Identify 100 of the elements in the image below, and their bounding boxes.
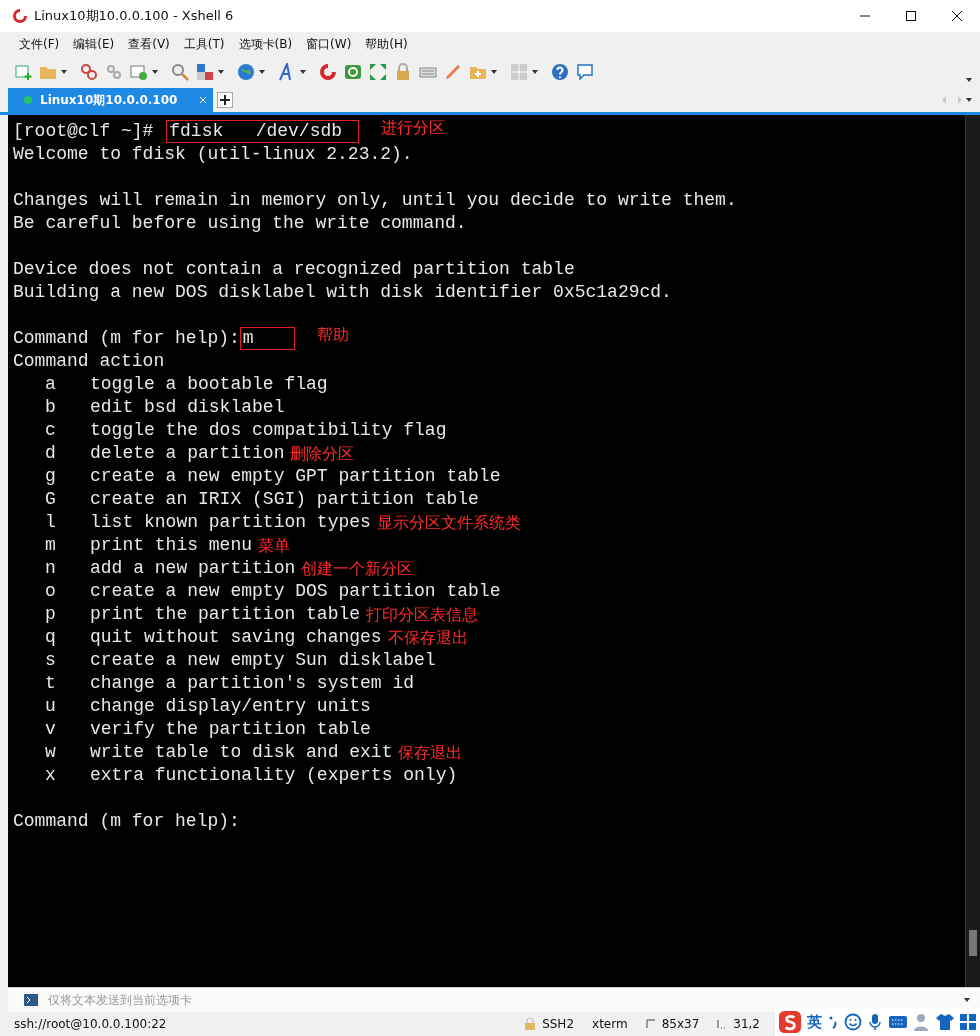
output-line: Command (m for help):: [13, 810, 240, 833]
caret-icon[interactable]: [964, 998, 970, 1002]
prompt-text: [root@clf ~]#: [13, 120, 155, 143]
annotation: 显示分区文件系统类: [376, 512, 521, 534]
option-key: q: [13, 626, 77, 649]
add-tab-icon[interactable]: [217, 92, 234, 108]
command-input: fdisk /dev/sdb: [166, 120, 360, 143]
option-text: create an IRIX (SGI) partition table: [90, 488, 479, 511]
option-text: delete a partition: [90, 442, 285, 465]
menu-item[interactable]: 文件(F): [12, 35, 67, 53]
output-line: Be careful before using the write command.: [13, 212, 467, 235]
option-text: print the partition table: [90, 603, 361, 626]
caret-icon[interactable]: [259, 70, 265, 74]
fullscreen-icon[interactable]: [369, 63, 387, 81]
output-line: Device does not contain a recognized partition table: [13, 258, 575, 281]
menu-item[interactable]: 查看(V): [121, 35, 177, 53]
option-text: change a partition's system id: [90, 672, 415, 695]
option-key: m: [13, 534, 77, 557]
maximize-icon[interactable]: [905, 10, 917, 22]
app-logo-icon: [12, 8, 28, 24]
caret-icon[interactable]: [300, 70, 306, 74]
option-key: o: [13, 580, 77, 603]
option-key: b: [13, 396, 77, 419]
option-key: s: [13, 649, 77, 672]
menu-item[interactable]: 工具(T): [176, 35, 232, 53]
annotation: 进行分区: [381, 117, 446, 139]
caret-icon[interactable]: [966, 98, 972, 102]
option-text: write table to disk and exit: [90, 741, 393, 764]
option-key: l: [13, 511, 77, 534]
option-key: d: [13, 442, 77, 465]
shirt-icon[interactable]: [936, 1013, 954, 1031]
keyboard-icon[interactable]: [888, 1015, 908, 1029]
command-input: m: [239, 327, 295, 350]
user-icon[interactable]: [914, 1013, 930, 1031]
ime-logo-icon[interactable]: [779, 1011, 801, 1033]
option-text: toggle a bootable flag: [90, 373, 328, 396]
grid-icon[interactable]: [960, 1014, 976, 1030]
connection-address: ssh://root@10.0.0.100:22: [14, 1017, 167, 1031]
option-text: create a new empty Sun disklabel: [90, 649, 436, 672]
close-icon[interactable]: [951, 10, 963, 22]
help-icon[interactable]: [551, 63, 569, 81]
option-key: t: [13, 672, 77, 695]
option-text: edit bsd disklabel: [90, 396, 285, 419]
option-text: toggle the dos compatibility flag: [90, 419, 447, 442]
cursor-position: 31,2: [733, 1017, 760, 1031]
window-title: Linux10期10.0.0.100 - Xshell 6: [34, 7, 234, 25]
option-key: g: [13, 465, 77, 488]
annotation: 帮助: [316, 324, 349, 346]
chat-icon[interactable]: [576, 63, 594, 81]
layout-icon[interactable]: [196, 63, 214, 81]
output-line: Command action: [13, 350, 165, 373]
prompt-text: Command (m for help):: [13, 327, 240, 350]
output-line: Welcome to fdisk (util-linux 2.23.2).: [13, 143, 413, 166]
session-tab[interactable]: Linux10期10.0.0.100: [8, 88, 214, 112]
search-icon[interactable]: [171, 63, 189, 81]
option-text: quit without saving changes: [90, 626, 382, 649]
option-text: add a new partition: [90, 557, 296, 580]
swirl-icon[interactable]: [319, 63, 337, 81]
text-input[interactable]: 仅将文本发送到当前选项卡: [46, 992, 956, 1008]
option-key: c: [13, 419, 77, 442]
menu-item[interactable]: 选项卡(B): [231, 35, 300, 53]
ring-square-icon[interactable]: [344, 63, 362, 81]
annotation: 不保存退出: [387, 627, 468, 649]
caret-icon[interactable]: [966, 78, 972, 82]
send-text-field[interactable]: 仅将文本发送到当前选项卡: [8, 987, 980, 1012]
globe-icon[interactable]: [237, 63, 255, 81]
ime-language[interactable]: 英: [807, 1012, 822, 1032]
resize-icon: [645, 1019, 656, 1029]
smiley-icon[interactable]: [844, 1013, 862, 1031]
pen-icon[interactable]: [444, 63, 462, 81]
scrollbar[interactable]: [965, 115, 980, 987]
option-text: print this menu: [90, 534, 253, 557]
option-key: x: [13, 764, 77, 787]
option-key: G: [13, 488, 77, 511]
output-line: Changes will remain in memory only, until you decide to write them.: [13, 189, 737, 212]
caret-icon[interactable]: [152, 70, 158, 74]
new-session-icon[interactable]: [14, 63, 32, 81]
option-text: create a new empty DOS partition table: [90, 580, 501, 603]
annotation: 保存退出: [398, 742, 463, 764]
caret-icon[interactable]: [218, 70, 224, 74]
annotation: 打印分区表信息: [366, 604, 479, 626]
caret-icon[interactable]: [61, 70, 67, 74]
option-text: list known partition types: [90, 511, 371, 534]
menu-item[interactable]: 帮助(H): [358, 35, 415, 53]
microphone-icon[interactable]: [868, 1013, 882, 1031]
option-key: w: [13, 741, 77, 764]
terminal-icon: [24, 994, 38, 1006]
option-key: n: [13, 557, 77, 580]
option-text: create a new empty GPT partition table: [90, 465, 501, 488]
option-text: change display/entry units: [90, 695, 371, 718]
link-icon[interactable]: [80, 63, 98, 81]
punctuation-icon[interactable]: [828, 1014, 838, 1030]
lock-icon: [524, 1018, 537, 1030]
scrollbar-thumb[interactable]: [969, 930, 977, 956]
menu-item[interactable]: 编辑(E): [66, 35, 122, 53]
option-text: extra functionality (experts only): [90, 764, 458, 787]
menu-item[interactable]: 窗口(W): [299, 35, 359, 53]
caret-icon[interactable]: [532, 70, 538, 74]
caret-icon[interactable]: [491, 70, 497, 74]
option-key: v: [13, 718, 77, 741]
